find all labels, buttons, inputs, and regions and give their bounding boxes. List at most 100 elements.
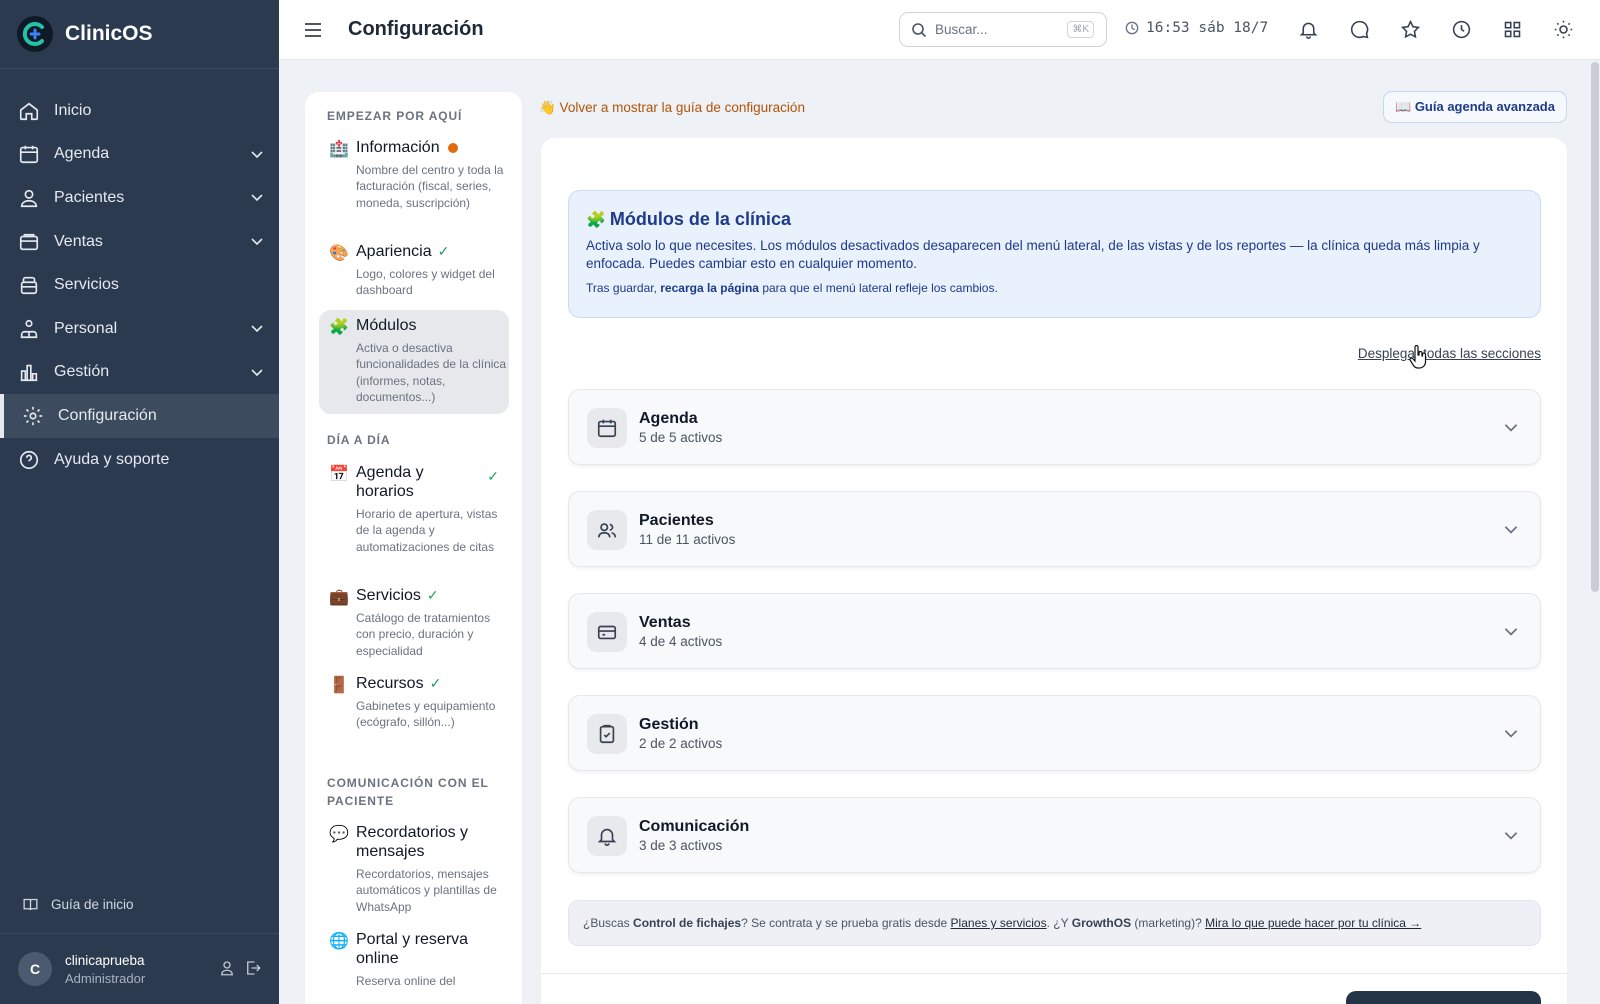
settings-item-desc: Recordatorios, mensajes automáticos y pl… (356, 867, 497, 914)
settings-item-modulos[interactable]: 🧩 Módulos Activa o desactiva funcionalid… (319, 310, 509, 414)
chevron-down-icon[interactable] (1502, 622, 1520, 640)
help-icon (19, 450, 39, 469)
settings-item-apariencia[interactable]: 🎨 Apariencia ✓ Logo, colores y widget del… (319, 236, 509, 305)
sun-icon[interactable] (1553, 19, 1574, 40)
door-icon: 🚪 (329, 677, 349, 694)
bar-chart-icon (20, 365, 38, 382)
settings-item-title: Módulos (356, 317, 417, 334)
module-name: Comunicación (639, 818, 750, 835)
module-comunicacion[interactable]: Comunicación 3 de 3 activos (568, 797, 1541, 873)
check-icon: ✓ (429, 675, 442, 691)
settings-nav: EMPEZAR POR AQUÍ 🏥 Información Nombre de… (305, 92, 522, 1004)
module-pacientes[interactable]: Pacientes 11 de 11 activos (568, 491, 1541, 567)
clock-icon (1125, 21, 1139, 35)
settings-item-title: Portal y reserva online (356, 931, 469, 967)
module-name: Gestión (639, 716, 699, 733)
chevron-down-icon[interactable] (1502, 826, 1520, 844)
check-icon: ✓ (437, 243, 450, 259)
info-note: Tras guardar, recarga la página para que… (586, 281, 998, 295)
puzzle-icon: 🧩 (329, 319, 349, 336)
module-agenda[interactable]: Agenda 5 de 5 activos (568, 389, 1541, 465)
settings-item-recordatorios[interactable]: 💬 Recordatorios y mensajes Recordatorios… (319, 817, 509, 921)
advanced-guide-button[interactable]: 📖 Guía agenda avanzada (1383, 91, 1567, 123)
scrollbar[interactable] (1591, 62, 1599, 592)
module-ventas[interactable]: Ventas 4 de 4 activos (568, 593, 1541, 669)
avatar[interactable]: C (18, 952, 52, 986)
chevron-down-icon[interactable] (249, 320, 265, 336)
chevron-down-icon[interactable] (249, 233, 265, 249)
settings-item-title: Agenda y horarios (356, 464, 424, 500)
search-input[interactable] (935, 22, 1065, 37)
section-title: EMPEZAR POR AQUÍ (327, 109, 463, 123)
sidebar-item-label: Servicios (54, 276, 119, 294)
chat-icon[interactable] (1349, 19, 1370, 40)
star-icon[interactable] (1400, 19, 1421, 40)
modules-card: 🧩 Módulos de la clínica Activa solo lo qu… (541, 138, 1567, 1004)
show-guide-link[interactable]: 👋 Volver a mostrar la guía de configurac… (539, 100, 805, 116)
sidebar-item-servicios[interactable]: Servicios (0, 263, 279, 307)
chevron-down-icon[interactable] (249, 364, 265, 380)
search-shortcut: ⌘K (1067, 21, 1094, 38)
logout-icon[interactable] (244, 959, 262, 977)
brand[interactable]: ClinicOS (0, 0, 279, 69)
sidebar: ClinicOS Inicio Agenda Pacientes Ventas … (0, 0, 279, 1004)
sidebar-item-label: Gestión (54, 363, 110, 381)
module-gestion[interactable]: Gestión 2 de 2 activos (568, 695, 1541, 771)
hospital-icon: 🏥 (329, 141, 349, 158)
sidebar-item-configuracion[interactable]: Configuración (0, 394, 279, 438)
growthos-link[interactable]: Mira lo que puede hacer por tu clínica → (1205, 916, 1421, 930)
clock: 16:53 sáb 18/7 (1125, 20, 1268, 36)
guide-link[interactable]: Guía de inicio (22, 896, 134, 913)
history-icon[interactable] (1451, 19, 1472, 40)
module-count: 11 de 11 activos (639, 532, 736, 547)
sidebar-item-inicio[interactable]: Inicio (0, 89, 279, 133)
bell-icon[interactable] (1298, 19, 1319, 40)
brand-name: ClinicOS (65, 22, 153, 45)
sidebar-item-label: Ayuda y soporte (54, 450, 170, 468)
palette-icon: 🎨 (329, 245, 349, 262)
bell-icon (597, 828, 617, 846)
clinicos-logo-icon (17, 16, 53, 52)
sidebar-item-agenda[interactable]: Agenda (0, 133, 279, 177)
team-icon (20, 319, 38, 338)
settings-item-portal[interactable]: 🌐 Portal y reserva online Reserva online… (319, 924, 509, 995)
chevron-down-icon[interactable] (249, 146, 265, 162)
sidebar-item-gestion[interactable]: Gestión (0, 351, 279, 395)
chevron-down-icon[interactable] (1502, 418, 1520, 436)
settings-item-desc: Activa o desactiva funcionalidades de la… (356, 341, 507, 404)
save-button[interactable] (1346, 991, 1541, 1004)
check-icon: ✓ (487, 468, 499, 484)
settings-item-informacion[interactable]: 🏥 Información Nombre del centro y toda l… (319, 132, 509, 217)
promo-banner: ¿Buscas Control de fichajes? Se contrata… (568, 900, 1541, 946)
topbar: Configuración ⌘K 16:53 sáb 18/7 (279, 0, 1600, 60)
users-icon (597, 523, 617, 538)
grid-icon[interactable] (1502, 19, 1523, 40)
settings-item-title: Recordatorios y mensajes (356, 824, 469, 860)
calendar-icon (19, 146, 39, 164)
chevron-down-icon[interactable] (249, 189, 265, 205)
wallet-icon (19, 233, 39, 250)
settings-item-servicios[interactable]: 💼 Servicios ✓ Catálogo de tratamientos co… (319, 580, 509, 665)
settings-item-agenda-horarios[interactable]: 📅 Agenda y horarios ✓ Horario de apertura… (319, 457, 509, 561)
sidebar-item-ventas[interactable]: Ventas (0, 220, 279, 264)
settings-item-title: Recursos (356, 675, 424, 692)
sidebar-item-pacientes[interactable]: Pacientes (0, 176, 279, 220)
settings-item-desc: Gabinetes y equipamiento (ecógrafo, sill… (356, 699, 496, 730)
sidebar-item-personal[interactable]: Personal (0, 307, 279, 351)
home-icon (19, 102, 39, 120)
page-title: Configuración (348, 18, 484, 40)
module-count: 5 de 5 activos (639, 430, 723, 445)
settings-item-recursos[interactable]: 🚪 Recursos ✓ Gabinetes y equipamiento (ec… (319, 668, 509, 737)
expand-all-link[interactable]: Desplegar todas las secciones (1358, 346, 1541, 361)
menu-icon[interactable] (303, 20, 323, 40)
briefcase-icon: 💼 (329, 589, 349, 606)
plans-link[interactable]: Planes y servicios (951, 916, 1047, 930)
search-box[interactable]: ⌘K (899, 12, 1107, 47)
chevron-down-icon[interactable] (1502, 520, 1520, 538)
sidebar-item-ayuda[interactable]: Ayuda y soporte (0, 438, 279, 482)
module-name: Pacientes (639, 512, 714, 529)
settings-item-desc: Logo, colores y widget del dashboard (356, 267, 495, 298)
profile-icon[interactable] (218, 959, 236, 977)
chevron-down-icon[interactable] (1502, 724, 1520, 742)
section-title: DÍA A DÍA (327, 433, 391, 447)
